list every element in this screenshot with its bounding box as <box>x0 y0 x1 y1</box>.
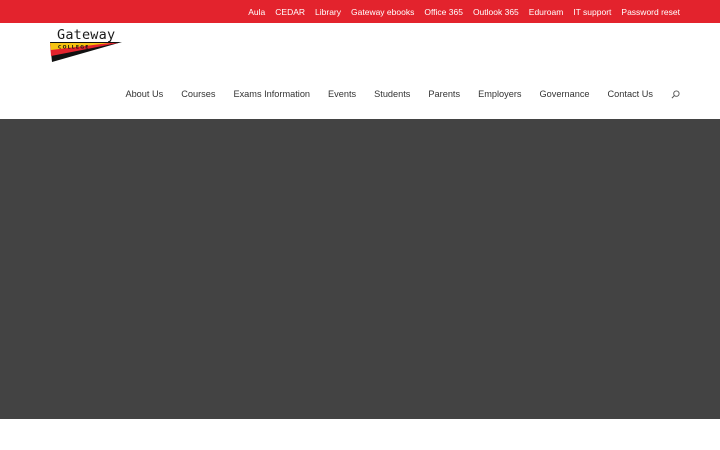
site-header: COLLEGE Gateway About Us Courses Exams I… <box>0 23 720 119</box>
top-utility-bar: Aula CEDAR Library Gateway ebooks Office… <box>0 0 720 23</box>
nav-item-contact-us[interactable]: Contact Us <box>608 89 653 99</box>
utility-link-outlook-365[interactable]: Outlook 365 <box>473 7 519 17</box>
nav-item-parents[interactable]: Parents <box>428 89 460 99</box>
nav-item-exams-information[interactable]: Exams Information <box>233 89 310 99</box>
nav-item-governance[interactable]: Governance <box>539 89 589 99</box>
utility-link-eduroam[interactable]: Eduroam <box>529 7 564 17</box>
nav-item-about-us[interactable]: About Us <box>125 89 163 99</box>
gateway-college-logo[interactable]: COLLEGE Gateway <box>48 27 124 64</box>
utility-link-office-365[interactable]: Office 365 <box>424 7 463 17</box>
utility-link-password-reset[interactable]: Password reset <box>621 7 680 17</box>
utility-link-aula[interactable]: Aula <box>248 7 265 17</box>
logo-college-text: COLLEGE <box>58 45 90 51</box>
utility-link-library[interactable]: Library <box>315 7 341 17</box>
utility-links: Aula CEDAR Library Gateway ebooks Office… <box>248 0 680 23</box>
nav-item-employers[interactable]: Employers <box>478 89 521 99</box>
nav-item-events[interactable]: Events <box>328 89 356 99</box>
nav-item-students[interactable]: Students <box>374 89 410 99</box>
utility-link-gateway-ebooks[interactable]: Gateway ebooks <box>351 7 414 17</box>
search-icon[interactable] <box>671 89 680 99</box>
utility-link-it-support[interactable]: IT support <box>573 7 611 17</box>
logo-wordmark: Gateway <box>57 27 116 43</box>
utility-link-cedar[interactable]: CEDAR <box>275 7 305 17</box>
main-navigation: About Us Courses Exams Information Event… <box>125 86 680 102</box>
nav-item-courses[interactable]: Courses <box>181 89 215 99</box>
hero-banner <box>0 119 720 419</box>
